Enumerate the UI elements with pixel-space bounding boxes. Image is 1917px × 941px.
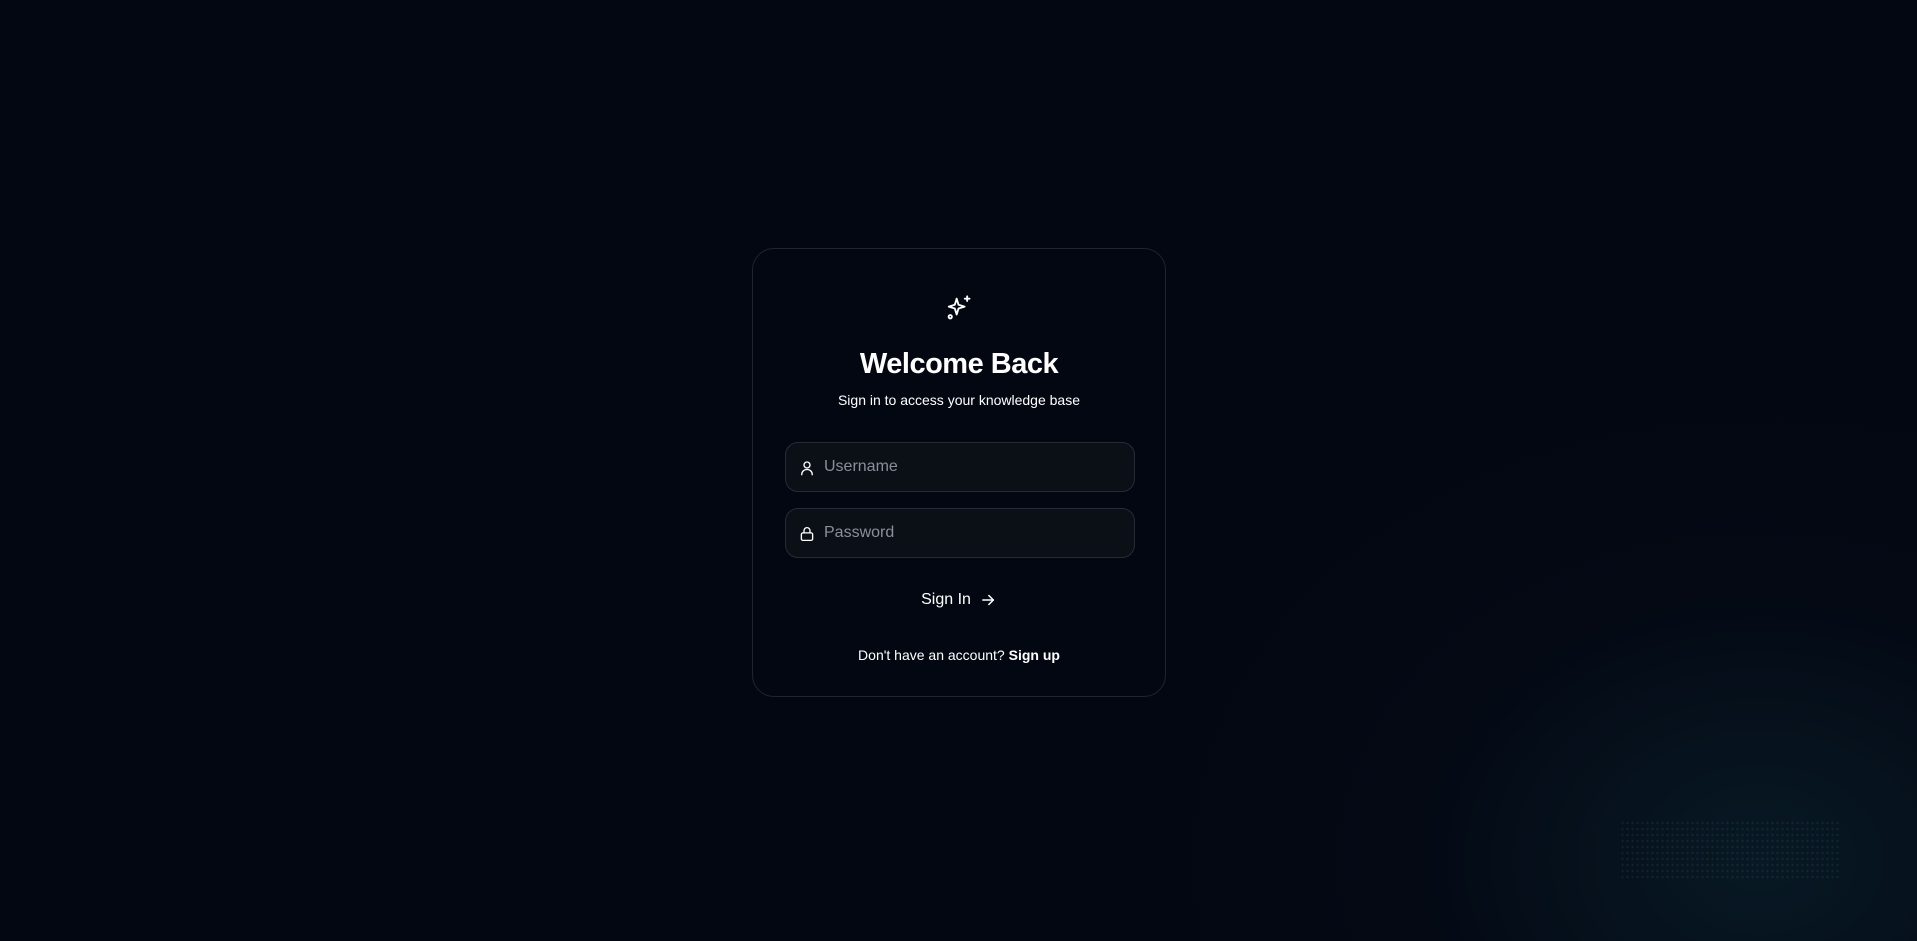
arrow-right-icon — [981, 594, 994, 606]
username-field[interactable] — [785, 442, 1135, 492]
login-card: Welcome Back Sign in to access your know… — [752, 248, 1166, 697]
page-title: Welcome Back — [859, 348, 1059, 380]
page-subtitle: Sign in to access your knowledge base — [837, 392, 1081, 408]
sparkles-icon — [945, 294, 973, 322]
signup-prompt-text: Don't have an account? — [858, 647, 1005, 663]
signup-prompt: Don't have an account? Sign up — [753, 647, 1165, 663]
sign-in-button[interactable]: Sign In — [911, 585, 1007, 615]
background-dot-pattern — [1620, 820, 1840, 880]
user-icon — [798, 459, 816, 477]
username-input[interactable] — [824, 443, 1124, 491]
sign-in-label: Sign In — [921, 591, 971, 608]
password-field[interactable] — [785, 508, 1135, 558]
sign-up-link[interactable]: Sign up — [1009, 647, 1060, 663]
password-input[interactable] — [824, 509, 1124, 557]
lock-icon — [798, 525, 816, 543]
